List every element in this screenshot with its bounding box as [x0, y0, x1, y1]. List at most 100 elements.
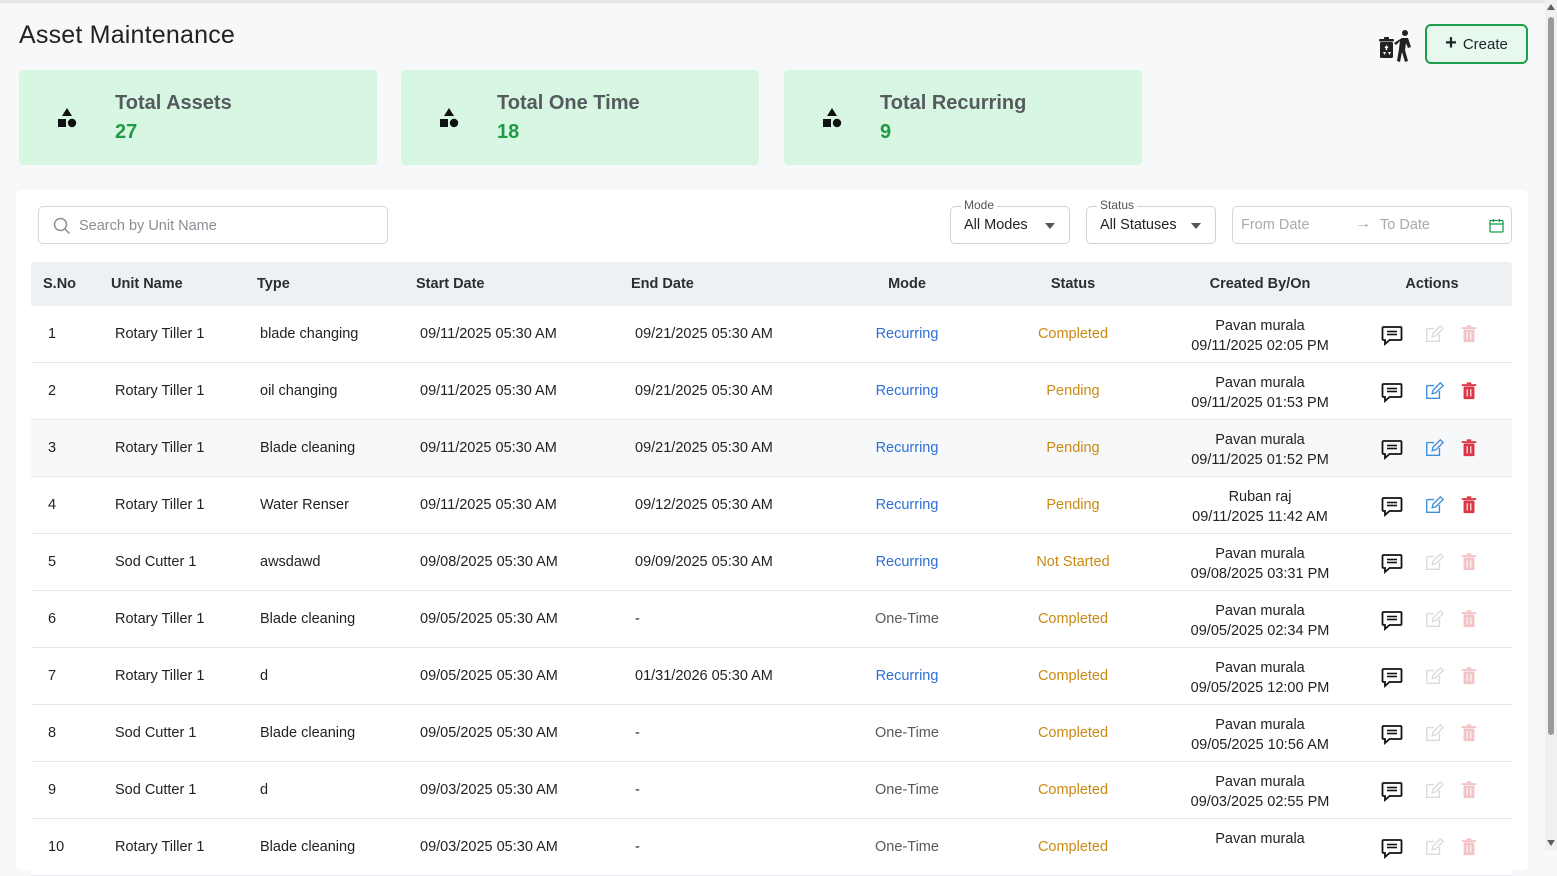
table-row[interactable]: 6 Rotary Tiller 1 Blade cleaning 09/05/2025…	[31, 591, 1512, 648]
cell-start-date: 09/11/2025 05:30 AM	[420, 440, 557, 456]
cell-sno: 7	[48, 668, 57, 684]
status-filter-select[interactable]: Status All Statuses	[1086, 198, 1216, 244]
created-on: 09/05/2025 02:34 PM	[1190, 623, 1330, 639]
comment-icon[interactable]	[1381, 666, 1403, 689]
date-range-picker[interactable]: From Date → To Date	[1232, 206, 1512, 244]
edit-icon	[1424, 609, 1446, 631]
created-by: Pavan murala	[1215, 375, 1305, 391]
comment-icon[interactable]	[1381, 495, 1403, 518]
cell-end-date: 09/09/2025 05:30 AM	[635, 554, 773, 570]
trash-icon[interactable]	[1459, 381, 1481, 403]
cell-status: Pending	[1046, 383, 1100, 399]
trash-icon[interactable]	[1459, 438, 1481, 460]
total-one-time-label: Total One Time	[497, 92, 640, 114]
cell-sno: 5	[48, 554, 57, 570]
cell-type: Blade cleaning	[260, 611, 356, 627]
edit-icon[interactable]	[1424, 381, 1446, 403]
created-on: 09/08/2025 03:31 PM	[1190, 566, 1330, 582]
column-header-status[interactable]: Status	[1003, 276, 1143, 292]
cell-type: awsdawd	[260, 554, 321, 570]
column-header-mode[interactable]: Mode	[847, 276, 967, 292]
cell-end-date: 09/21/2025 05:30 AM	[635, 383, 773, 399]
comment-icon[interactable]	[1381, 837, 1403, 860]
cell-status: Completed	[1037, 725, 1109, 741]
cell-status: Completed	[1037, 326, 1109, 342]
comment-icon[interactable]	[1381, 723, 1403, 746]
column-header-start-date[interactable]: Start Date	[416, 276, 485, 292]
cell-start-date: 09/03/2025 05:30 AM	[420, 839, 558, 855]
table-row[interactable]: 4 Rotary Tiller 1 Water Renser 09/11/2025 0…	[31, 477, 1512, 534]
created-on: 09/11/2025 02:05 PM	[1191, 338, 1329, 354]
page-title: Asset Maintenance	[19, 21, 236, 49]
cell-start-date: 09/11/2025 05:30 AM	[420, 326, 557, 342]
scroll-up-arrow-icon[interactable]	[1547, 4, 1555, 10]
edit-icon	[1424, 780, 1446, 802]
cell-sno: 9	[48, 782, 57, 798]
cell-end-date: -	[635, 782, 640, 798]
comment-icon[interactable]	[1381, 324, 1403, 347]
cell-sno: 8	[48, 725, 57, 741]
shapes-icon	[823, 108, 842, 128]
search-box[interactable]	[38, 206, 388, 244]
column-header-created[interactable]: Created By/On	[1160, 276, 1360, 292]
to-date-input[interactable]: To Date	[1380, 217, 1430, 233]
table-row[interactable]: 3 Rotary Tiller 1 Blade cleaning 09/11/2025…	[31, 420, 1512, 477]
cell-unit-name: Sod Cutter 1	[115, 725, 197, 741]
cell-start-date: 09/11/2025 05:30 AM	[420, 383, 557, 399]
cell-status: Pending	[1046, 497, 1100, 513]
comment-icon[interactable]	[1381, 381, 1403, 404]
total-recurring-card: Total Recurring 9	[784, 70, 1142, 165]
table-row[interactable]: 10 Rotary Tiller 1 Blade cleaning 09/03/202…	[31, 819, 1512, 876]
comment-icon[interactable]	[1381, 552, 1403, 575]
column-header-end-date[interactable]: End Date	[631, 276, 694, 292]
search-input[interactable]	[79, 215, 379, 237]
created-by: Pavan murala	[1215, 546, 1305, 562]
table-header: S.No Unit Name Type Start Date End Date …	[31, 262, 1512, 306]
cell-mode: Recurring	[875, 497, 939, 513]
trash-icon[interactable]	[1459, 495, 1481, 517]
cell-unit-name: Rotary Tiller 1	[115, 326, 205, 342]
asset-maintenance-page: Asset Maintenance + Create Total Assets …	[0, 3, 1545, 876]
scrollbar-thumb[interactable]	[1548, 17, 1554, 735]
create-button[interactable]: + Create	[1425, 24, 1528, 64]
cell-unit-name: Sod Cutter 1	[115, 782, 197, 798]
column-header-unit-name[interactable]: Unit Name	[111, 276, 183, 292]
calendar-icon[interactable]	[1489, 218, 1504, 233]
total-assets-value: 27	[115, 121, 138, 143]
cell-end-date: -	[635, 611, 640, 627]
cell-status: Completed	[1037, 839, 1109, 855]
table-row[interactable]: 5 Sod Cutter 1 awsdawd 09/08/2025 05:30 AM 0…	[31, 534, 1512, 591]
table-row[interactable]: 2 Rotary Tiller 1 oil changing 09/11/2025 0…	[31, 363, 1512, 420]
cell-start-date: 09/03/2025 05:30 AM	[420, 782, 558, 798]
vertical-scrollbar[interactable]	[1545, 0, 1557, 850]
maintenance-table-panel: Mode All Modes Status All Statuses From …	[16, 190, 1528, 876]
created-by: Pavan murala	[1215, 774, 1305, 790]
cell-sno: 1	[48, 326, 57, 342]
trash-icon	[1459, 780, 1481, 802]
mode-filter-select[interactable]: Mode All Modes	[950, 198, 1070, 244]
table-row[interactable]: 1 Rotary Tiller 1 blade changing 09/11/2025…	[31, 306, 1512, 363]
scroll-down-arrow-icon[interactable]	[1547, 840, 1555, 846]
total-one-time-card: Total One Time 18	[401, 70, 759, 165]
from-date-input[interactable]: From Date	[1241, 217, 1310, 233]
column-header-type[interactable]: Type	[257, 276, 290, 292]
cell-created: Pavan murala 09/11/2025 01:53 PM	[1160, 373, 1360, 413]
table-row[interactable]: 7 Rotary Tiller 1 d 09/05/2025 05:30 AM 01/3…	[31, 648, 1512, 705]
table-row[interactable]: 8 Sod Cutter 1 Blade cleaning 09/05/2025 05…	[31, 705, 1512, 762]
cell-sno: 6	[48, 611, 57, 627]
cell-sno: 10	[48, 839, 65, 855]
edit-icon[interactable]	[1424, 495, 1446, 517]
comment-icon[interactable]	[1381, 438, 1403, 461]
comment-icon[interactable]	[1381, 780, 1403, 803]
comment-icon[interactable]	[1381, 609, 1403, 632]
edit-icon	[1424, 666, 1446, 688]
cell-end-date: 09/21/2025 05:30 AM	[635, 440, 773, 456]
cell-type: d	[260, 668, 269, 684]
table-row[interactable]: 9 Sod Cutter 1 d 09/03/2025 05:30 AM - One-Ti…	[31, 762, 1512, 819]
cell-mode: Recurring	[875, 383, 939, 399]
arrow-right-icon: →	[1355, 215, 1371, 232]
column-header-sno[interactable]: S.No	[43, 276, 76, 292]
recycle-person-icon[interactable]	[1377, 28, 1415, 64]
edit-icon[interactable]	[1424, 438, 1446, 460]
cell-created: Pavan murala 09/03/2025 02:55 PM	[1160, 772, 1360, 812]
